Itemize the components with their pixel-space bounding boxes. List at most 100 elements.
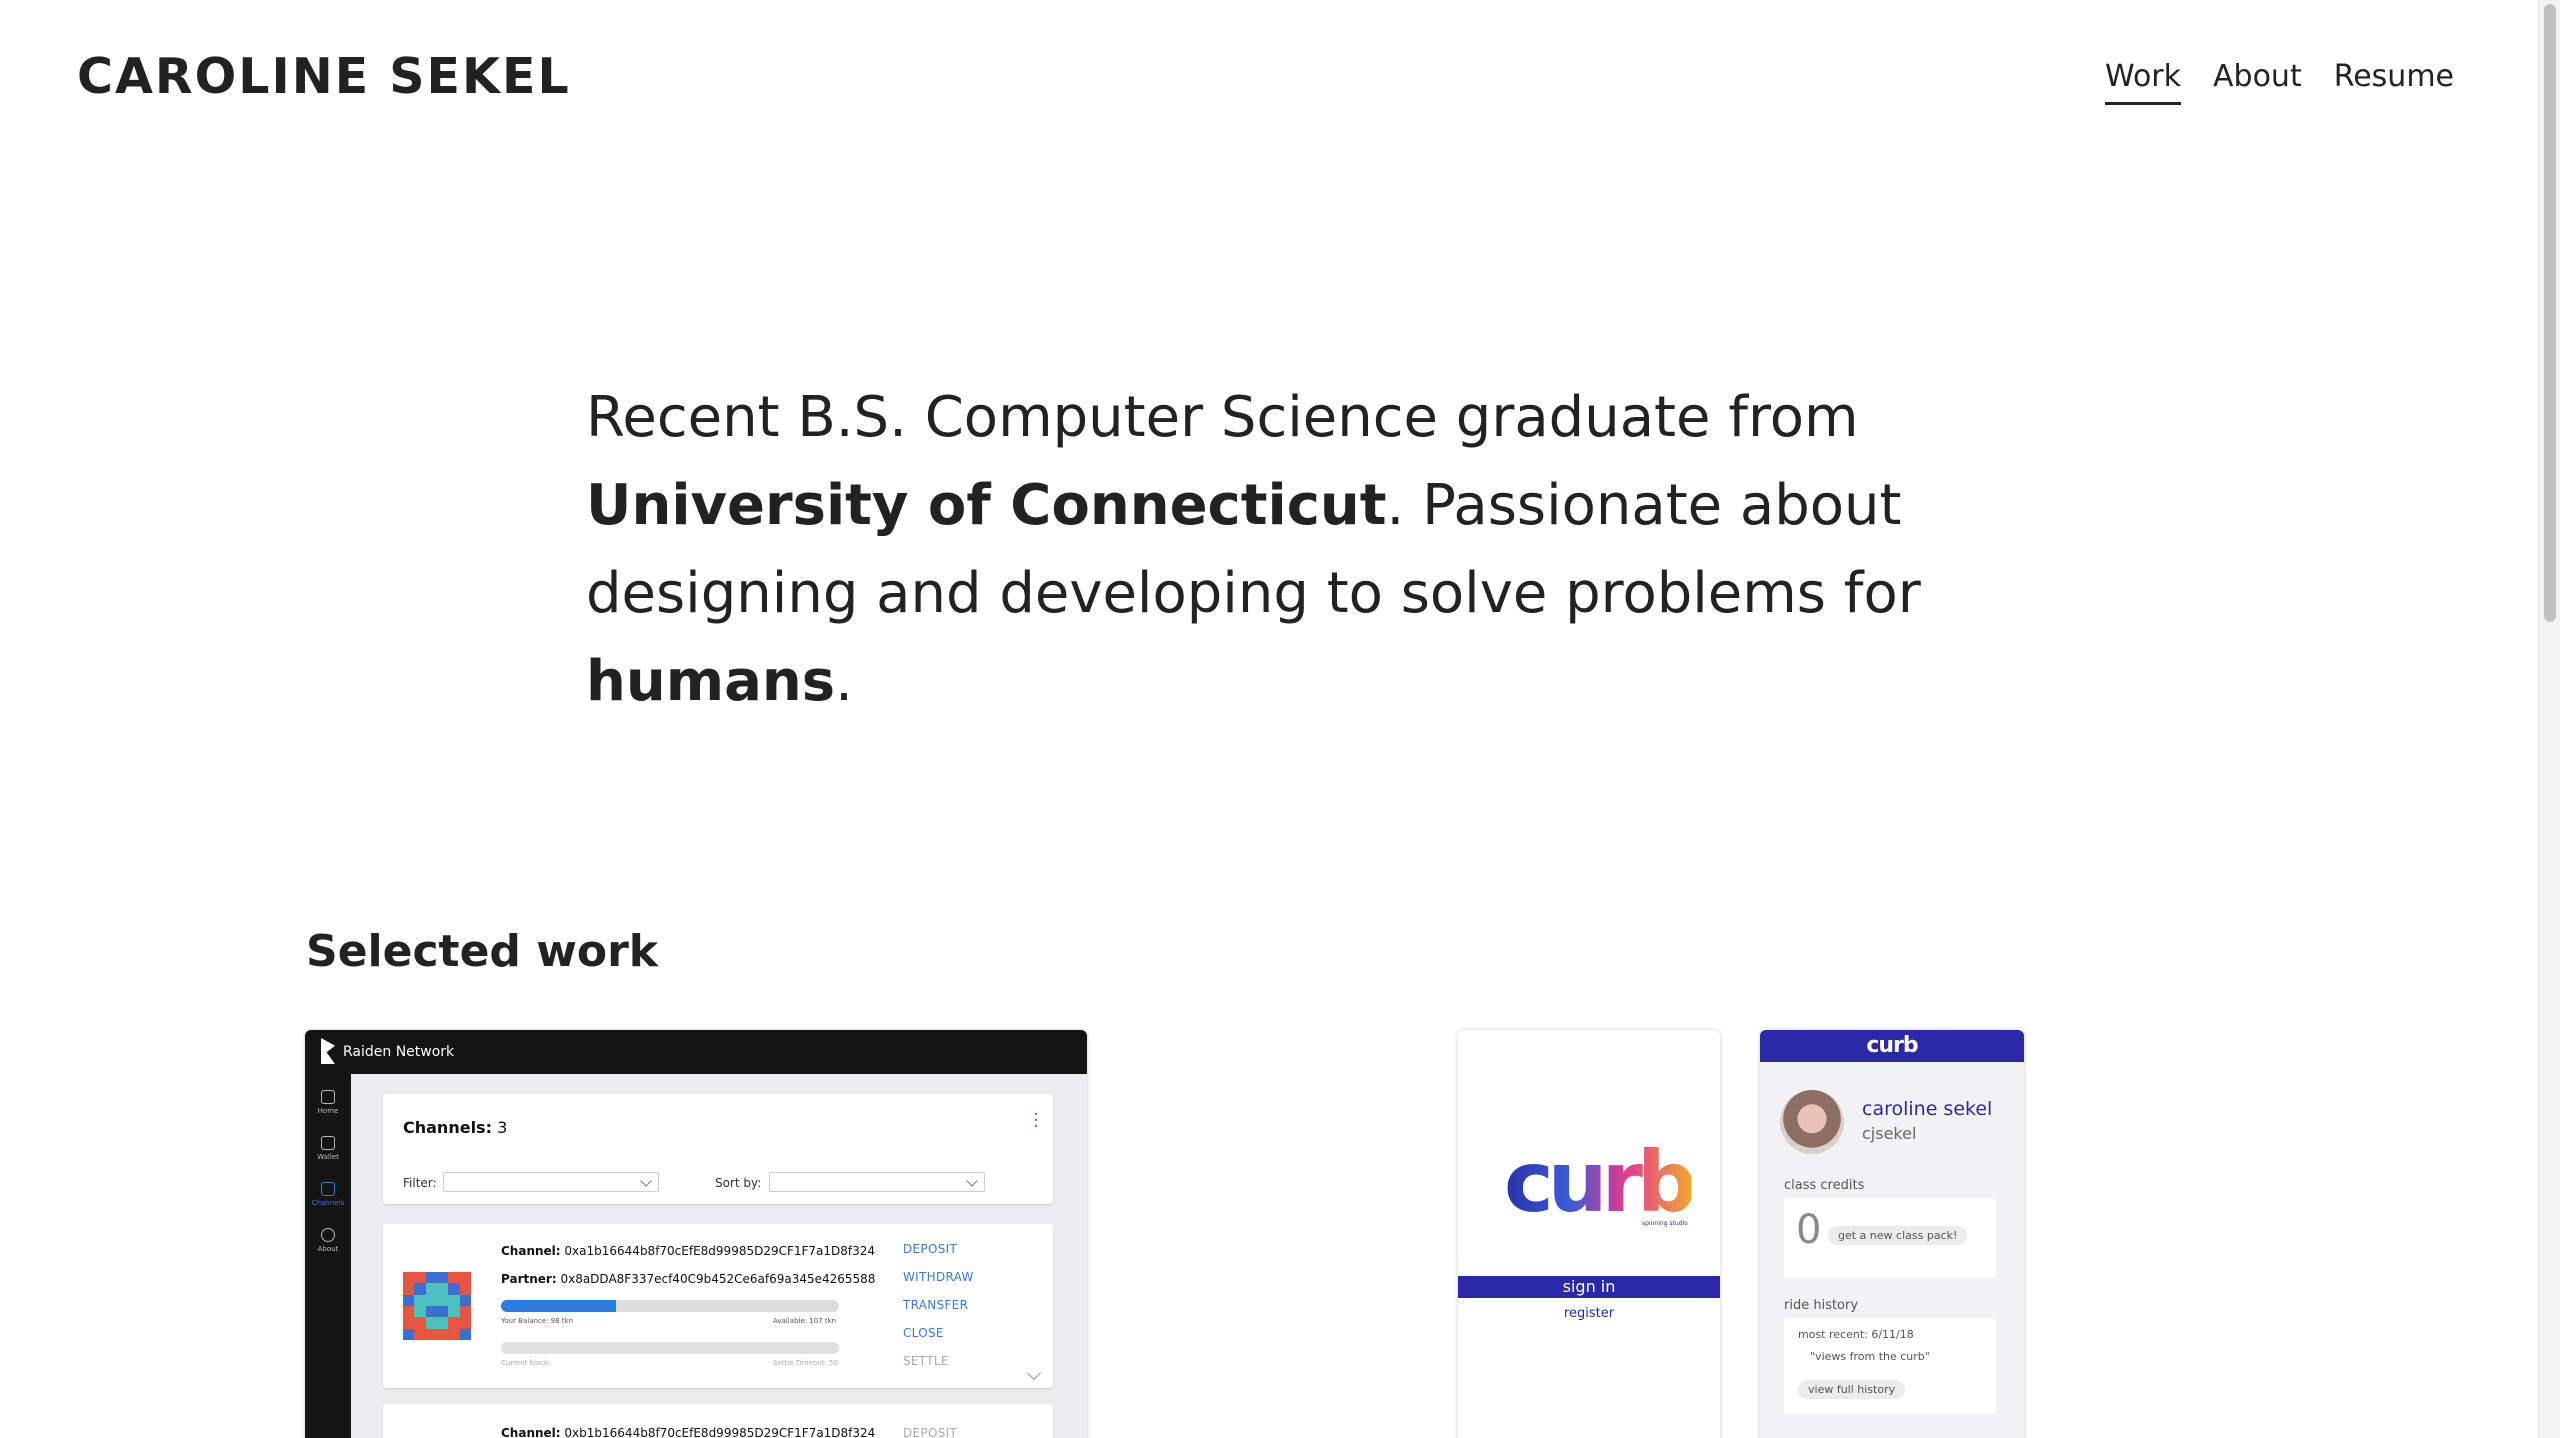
raiden-settle-action: SETTLE [903, 1354, 949, 1368]
raiden-channels-count: Channels: 3 [403, 1118, 507, 1137]
curb-recent-ride: "views from the curb" [1810, 1350, 1930, 1363]
identicon-cell [414, 1294, 426, 1306]
identicon-cell [459, 1283, 471, 1295]
raiden-deposit-action: DEPOSIT [903, 1242, 958, 1256]
curb-most-recent: most recent: 6/11/18 [1798, 1328, 1914, 1341]
raiden-sort-label: Sort by: [715, 1176, 762, 1190]
curb-credits-value: 0 [1796, 1207, 1822, 1253]
identicon-cell [425, 1272, 437, 1284]
identicon-cell [425, 1328, 437, 1340]
identicon-cell [448, 1283, 460, 1295]
raiden-channel-line-2: Channel: 0xb1b16644b8f70cEfE8d99985D29CF… [501, 1426, 875, 1438]
raiden-available-text: Available: 107 tkn [773, 1317, 837, 1325]
intro-statement: Recent B.S. Computer Science graduate fr… [586, 374, 1986, 726]
identicon-cell [425, 1317, 437, 1329]
raiden-sidebar-channels: Channels [305, 1182, 351, 1207]
raiden-settle-timeout: Settle Timeout: 50 [773, 1359, 838, 1367]
raiden-partner-line: Partner: 0x8aDDA8F337ecf40C9b452Ce6af69a… [501, 1272, 875, 1286]
channels-icon [321, 1182, 335, 1196]
curb-login-card[interactable]: curb spinning studio sign in register [1458, 1030, 1720, 1438]
wallet-icon [321, 1136, 335, 1150]
identicon-cell [403, 1283, 415, 1295]
identicon-cell [414, 1305, 426, 1318]
identicon-cell [414, 1328, 426, 1340]
raiden-sort-select [769, 1172, 985, 1192]
raiden-sidebar-wallet: Wallet [305, 1136, 351, 1161]
raiden-sidebar-label: Wallet [317, 1153, 339, 1161]
scrollbar-thumb[interactable] [2544, 4, 2556, 622]
nav-resume-link[interactable]: Resume [2334, 62, 2454, 105]
home-icon [321, 1090, 335, 1104]
intro-university: University of Connecticut [586, 473, 1387, 538]
raiden-sidebar-label: Home [317, 1107, 339, 1115]
curb-sign-in-button: sign in [1458, 1276, 1720, 1298]
identicon-cell [448, 1294, 460, 1306]
raiden-withdraw-action: WITHDRAW [903, 1270, 974, 1284]
raiden-brand: Raiden Network [343, 1044, 455, 1060]
raiden-balance-fill [501, 1300, 616, 1312]
identicon-cell [436, 1283, 449, 1295]
raiden-sidebar-about: About [305, 1228, 351, 1253]
curb-tagline: spinning studio [1642, 1220, 1688, 1227]
raiden-channel-item: Channel: 0xa1b16644b8f70cEfE8d99985D29CF… [383, 1224, 1053, 1388]
raiden-filter-label: Filter: [403, 1176, 437, 1190]
chevron-down-icon [1026, 1365, 1042, 1381]
nav-work-link[interactable]: Work [2105, 62, 2182, 105]
curb-profile-username: cjsekel [1862, 1124, 1917, 1143]
identicon-cell [403, 1317, 415, 1329]
page-scrollbar[interactable] [2538, 0, 2560, 1438]
curb-history-box: most recent: 6/11/18 "views from the cur… [1784, 1318, 1996, 1414]
raiden-topbar: Raiden Network [305, 1030, 1087, 1074]
raiden-deposit-action-2: DEPOSIT [903, 1426, 958, 1438]
raiden-settle-bar [501, 1342, 839, 1354]
raiden-channels-label: Channels: [403, 1118, 492, 1137]
identicon-cell [414, 1317, 426, 1329]
curb-view-history-button: view full history [1798, 1380, 1906, 1399]
raiden-project-card[interactable]: Raiden Network Home Wallet Channels Abou… [305, 1030, 1087, 1438]
raiden-partner-address: 0x8aDDA8F337ecf40C9b452Ce6af69a345e42655… [560, 1272, 876, 1286]
raiden-sidebar: Home Wallet Channels About [305, 1074, 351, 1438]
identicon-cell [436, 1294, 449, 1306]
intro-humans: humans [586, 649, 836, 714]
raiden-logo-icon [321, 1038, 335, 1064]
raiden-channels-value: 3 [497, 1118, 508, 1137]
avatar [1780, 1090, 1844, 1154]
raiden-current-block: Current block: [501, 1359, 551, 1367]
identicon-cell [436, 1328, 449, 1340]
curb-credits-box: 0 get a new class pack! [1784, 1198, 1996, 1278]
raiden-channel-label-2: Channel: [501, 1426, 561, 1438]
raiden-balance-bar [501, 1300, 839, 1312]
partner-identicon [403, 1272, 471, 1340]
identicon-cell [459, 1317, 471, 1329]
raiden-close-action: CLOSE [903, 1326, 944, 1340]
curb-profile-name: caroline sekel [1862, 1098, 1993, 1120]
curb-credits-label: class credits [1784, 1178, 1865, 1193]
raiden-channel-label: Channel: [501, 1244, 561, 1258]
identicon-cell [414, 1283, 426, 1295]
identicon-cell [448, 1328, 460, 1340]
identicon-cell [425, 1294, 437, 1306]
raiden-transfer-action: TRANSFER [903, 1298, 969, 1312]
raiden-balance-text: Your Balance: 98 tkn [501, 1317, 574, 1325]
raiden-channels-panel: Channels: 3 · · · Filter: Sort by: [383, 1094, 1053, 1204]
intro-text-1: Recent B.S. Computer Science graduate fr… [586, 385, 1859, 450]
raiden-channel-address: 0xa1b16644b8f70cEfE8d99985D29CF1F7a1D8f3… [564, 1244, 876, 1258]
main-nav: Work About Resume [2105, 62, 2454, 105]
intro-text-3: . [835, 649, 853, 714]
identicon-cell [448, 1317, 460, 1329]
raiden-sidebar-label: Channels [311, 1199, 345, 1207]
identicon-cell [414, 1272, 426, 1284]
site-title[interactable]: CAROLINE SEKEL [77, 52, 571, 101]
nav-about-link[interactable]: About [2213, 62, 2302, 105]
identicon-cell [403, 1305, 415, 1318]
identicon-cell [448, 1305, 460, 1318]
identicon-cell [403, 1294, 415, 1306]
info-icon [321, 1228, 335, 1242]
curb-profile-card[interactable]: curb caroline sekel cjsekel class credit… [1760, 1030, 2024, 1438]
curb-profile-logo: curb [1760, 1030, 2024, 1062]
raiden-channel-line: Channel: 0xa1b16644b8f70cEfE8d99985D29CF… [501, 1244, 875, 1258]
identicon-cell [425, 1283, 437, 1295]
selected-work-heading: Selected work [306, 926, 659, 977]
raiden-channel-item-2: Channel: 0xb1b16644b8f70cEfE8d99985D29CF… [383, 1404, 1053, 1438]
identicon-cell [436, 1305, 449, 1318]
